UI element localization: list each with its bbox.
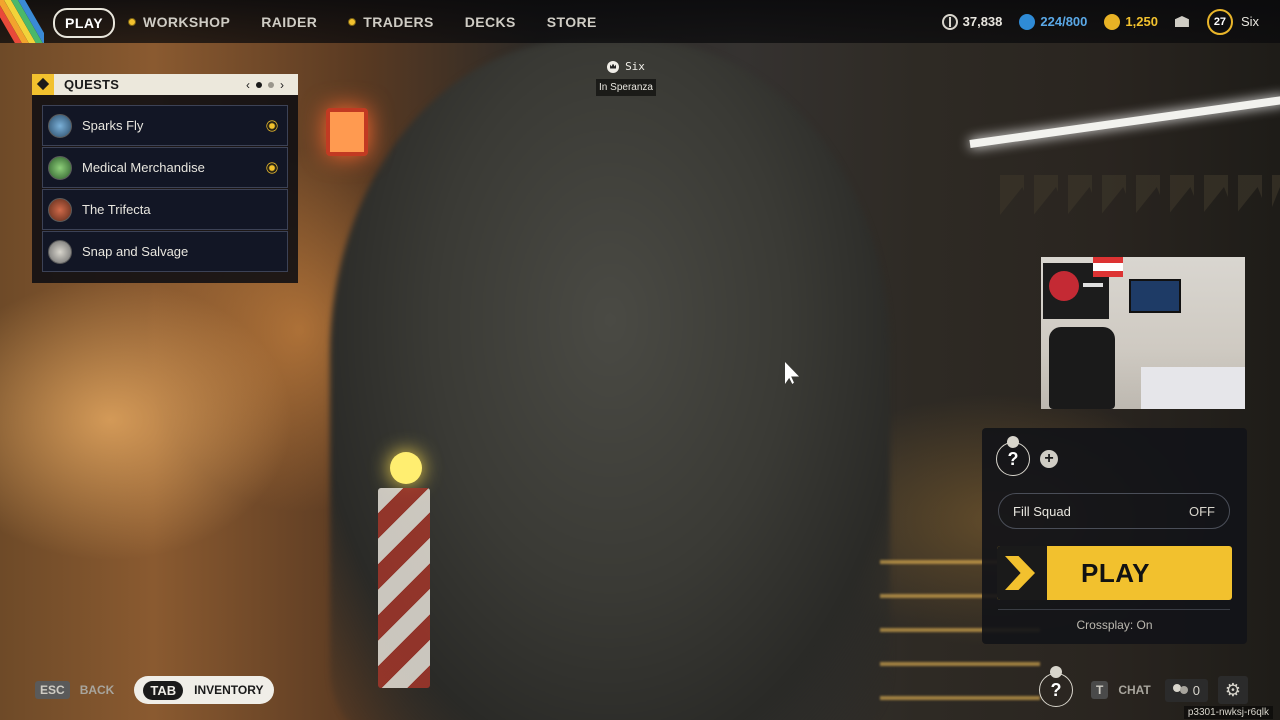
fill-squad-label: Fill Squad bbox=[1013, 503, 1071, 519]
inventory-button[interactable]: TAB INVENTORY bbox=[134, 676, 275, 704]
chevron-left-icon[interactable]: ‹ bbox=[246, 78, 250, 92]
coin-icon bbox=[941, 13, 958, 30]
username[interactable]: Six bbox=[1241, 14, 1259, 29]
blue-coin-icon bbox=[1019, 13, 1036, 30]
bottom-left-hints: ESC BACK TAB INVENTORY bbox=[35, 676, 275, 704]
yellow-lamp bbox=[390, 452, 422, 484]
coins-currency: 37,838 bbox=[941, 13, 1003, 30]
nav-label: DECKS bbox=[464, 13, 516, 30]
bunting-flags bbox=[1000, 175, 1280, 215]
striped-barrier bbox=[378, 488, 430, 688]
inventory-label: INVENTORY bbox=[194, 683, 264, 697]
back-button[interactable]: BACK bbox=[80, 683, 115, 697]
squad-slot-mini[interactable]: ? bbox=[1038, 666, 1073, 707]
tracked-marker-icon bbox=[268, 164, 276, 171]
player-location: In Speranza bbox=[596, 79, 656, 96]
play-button-label: PLAY bbox=[1081, 557, 1150, 588]
quests-panel: QUESTS ‹ › Sparks Fly Medical Merchandis… bbox=[32, 74, 298, 283]
main-nav: WORKSHOP RAIDER TRADERS DECKS STORE bbox=[128, 0, 628, 43]
quest-label: The Trifecta bbox=[82, 202, 151, 217]
gold-currency: 1,250 bbox=[1104, 13, 1158, 30]
nav-decks[interactable]: DECKS bbox=[465, 14, 516, 30]
quest-label: Medical Merchandise bbox=[82, 160, 205, 175]
top-bar: PLAY WORKSHOP RAIDER TRADERS DECKS STORE… bbox=[0, 0, 1280, 43]
rainbow-stripes-logo bbox=[0, 0, 44, 43]
squad-panel: ? + Fill Squad OFF PLAY Crossplay: On bbox=[982, 428, 1247, 644]
quests-header: QUESTS ‹ › bbox=[32, 74, 298, 95]
gaming-chair bbox=[1049, 327, 1115, 409]
session-id: p3301-nwksj-r6qlk bbox=[1183, 706, 1273, 719]
small-flag bbox=[1093, 257, 1123, 277]
quest-giver-avatar bbox=[48, 197, 72, 222]
nav-traders[interactable]: TRADERS bbox=[348, 14, 433, 30]
quests-title: QUESTS bbox=[64, 77, 120, 92]
player-name: Six bbox=[625, 60, 645, 73]
gear-icon: ⚙ bbox=[1224, 679, 1242, 700]
add-member-button[interactable]: + bbox=[1040, 450, 1058, 468]
friends-count: 0 bbox=[1192, 682, 1200, 698]
settings-button[interactable]: ⚙ bbox=[1218, 676, 1248, 704]
bed bbox=[1141, 367, 1245, 409]
fill-squad-toggle[interactable]: Fill Squad OFF bbox=[998, 493, 1230, 529]
divider bbox=[998, 609, 1230, 610]
crown-icon bbox=[607, 60, 620, 73]
blue-currency: 224/800 bbox=[1019, 13, 1088, 30]
chat-button[interactable]: CHAT bbox=[1118, 683, 1150, 697]
chevron-right-icon[interactable]: › bbox=[280, 78, 284, 92]
play-chevron-icon bbox=[997, 546, 1047, 600]
player-name-row: Six bbox=[596, 60, 656, 73]
notification-dot-icon bbox=[348, 17, 357, 26]
quest-diamond-icon bbox=[32, 74, 54, 95]
blue-currency-value: 224/800 bbox=[1040, 14, 1088, 29]
mail-icon[interactable] bbox=[1174, 16, 1189, 27]
nav-label: WORKSHOP bbox=[143, 13, 231, 30]
nav-label: STORE bbox=[546, 13, 597, 30]
nav-label: TRADERS bbox=[363, 13, 434, 30]
squad-slot[interactable]: ? bbox=[996, 442, 1030, 476]
nav-workshop[interactable]: WORKSHOP bbox=[128, 14, 230, 30]
nav-label: RAIDER bbox=[261, 13, 318, 30]
page-dot bbox=[268, 81, 274, 88]
gold-currency-value: 1,250 bbox=[1125, 14, 1158, 29]
currency-bar: 37,838 224/800 1,250 27 Six bbox=[941, 0, 1280, 43]
quest-giver-avatar bbox=[48, 239, 72, 264]
t-key: T bbox=[1090, 681, 1109, 699]
quest-item-sparks-fly[interactable]: Sparks Fly bbox=[42, 105, 288, 146]
nav-store[interactable]: STORE bbox=[547, 14, 597, 30]
quests-pager: ‹ › bbox=[246, 74, 284, 95]
notification-dot-icon bbox=[128, 17, 136, 26]
page-dot-active bbox=[256, 81, 262, 88]
quest-item-the-trifecta[interactable]: The Trifecta bbox=[42, 189, 288, 230]
fill-squad-value: OFF bbox=[1189, 503, 1215, 519]
friends-icon bbox=[1172, 684, 1189, 696]
esc-key: ESC bbox=[35, 681, 70, 699]
quest-label: Sparks Fly bbox=[82, 118, 144, 133]
quest-item-medical-merchandise[interactable]: Medical Merchandise bbox=[42, 147, 288, 188]
webcam-overlay bbox=[1041, 257, 1245, 409]
light-tube bbox=[969, 95, 1280, 148]
quest-item-snap-and-salvage[interactable]: Snap and Salvage bbox=[42, 231, 288, 272]
tab-key: TAB bbox=[143, 680, 184, 700]
quest-giver-avatar bbox=[48, 155, 72, 180]
wall-tv bbox=[1129, 279, 1181, 313]
gold-coin-icon bbox=[1104, 13, 1121, 30]
play-button[interactable]: PLAY bbox=[997, 546, 1232, 600]
red-lamp bbox=[326, 108, 368, 156]
nav-raider[interactable]: RAIDER bbox=[261, 14, 317, 30]
friends-button[interactable]: 0 bbox=[1164, 678, 1208, 702]
player-nametag: Six In Speranza bbox=[596, 60, 656, 96]
coins-value: 37,838 bbox=[962, 14, 1003, 29]
quest-giver-avatar bbox=[48, 113, 72, 138]
quest-label: Snap and Salvage bbox=[82, 244, 189, 259]
play-tab[interactable]: PLAY bbox=[53, 8, 116, 38]
quests-list: Sparks Fly Medical Merchandise The Trife… bbox=[32, 95, 298, 283]
tracked-marker-icon bbox=[268, 122, 276, 129]
level-badge: 27 bbox=[1206, 8, 1233, 35]
crossplay-status: Crossplay: On bbox=[1076, 618, 1153, 632]
